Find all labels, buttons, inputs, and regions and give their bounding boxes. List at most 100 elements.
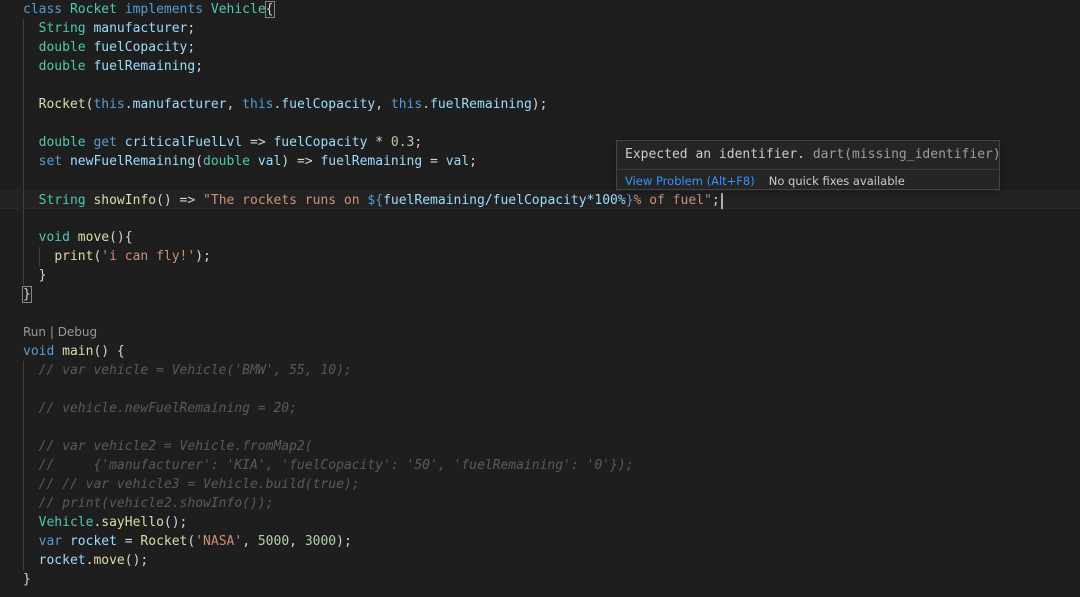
keyword-this: this <box>93 97 125 112</box>
code-line-22[interactable]: // vehicle.newFuelRemaining = 20; <box>0 399 1080 418</box>
call-parens: (); <box>163 515 188 530</box>
indent-guide <box>23 133 24 152</box>
code-line-5[interactable] <box>0 76 1080 95</box>
code-line-11-current[interactable]: String showInfo() => "The rockets runs o… <box>0 190 1080 209</box>
close-arrow: ) => <box>281 154 321 169</box>
comment: // var vehicle2 = Vehicle.fromMap2( <box>38 439 313 454</box>
param-name: val <box>257 154 282 169</box>
indent-guide <box>23 361 24 380</box>
indent-guide <box>23 513 24 532</box>
code-line-24[interactable]: // var vehicle2 = Vehicle.fromMap2( <box>0 437 1080 456</box>
semicolon: ; <box>469 154 477 169</box>
indent-guide <box>23 247 24 266</box>
variable-name: rocket <box>69 534 117 549</box>
code-line-27[interactable]: // print(vehicle2.showInfo()); <box>0 494 1080 513</box>
field-name: fuelRemaining <box>93 59 196 74</box>
code-line-13[interactable]: void move(){ <box>0 228 1080 247</box>
number-literal: 0.3 <box>390 135 415 150</box>
code-line-3[interactable]: double fuelCopacity; <box>0 38 1080 57</box>
code-line-21[interactable] <box>0 380 1080 399</box>
return-type: void <box>38 230 70 245</box>
keyword-this: this <box>390 97 423 112</box>
field-ref: fuelRemaining <box>320 154 423 169</box>
indent-guide <box>23 266 24 285</box>
code-line-20[interactable]: // var vehicle = Vehicle('BMW', 55, 10); <box>0 361 1080 380</box>
method-call: move <box>93 553 125 568</box>
code-line-16[interactable]: } <box>0 285 1080 304</box>
setter-name: newFuelRemaining <box>69 154 196 169</box>
code-line-6[interactable]: Rocket(this.manufacturer, this.fuelCopac… <box>0 95 1080 114</box>
comment: // vehicle.newFuelRemaining = 20; <box>38 401 297 416</box>
hover-actions: View Problem (Alt+F8) No quick fixes avai… <box>625 174 905 188</box>
code-line-12[interactable] <box>0 209 1080 228</box>
indent-guide <box>39 247 40 266</box>
indent-guide <box>23 532 24 551</box>
field-ref: fuelCopacity <box>273 135 368 150</box>
object-ref: rocket <box>38 553 86 568</box>
code-line-23[interactable] <box>0 418 1080 437</box>
parens-brace: (){ <box>109 230 133 245</box>
code-area[interactable]: class Rocket implements Vehicle{ String … <box>0 0 1080 589</box>
keyword-var: var <box>38 534 63 549</box>
code-line-26[interactable]: // // var vehicle3 = Vehicle.build(true)… <box>0 475 1080 494</box>
constructor-name: Rocket <box>38 97 86 112</box>
indent-guide <box>23 209 24 228</box>
comma: , <box>242 534 258 549</box>
string-literal: 'i can fly!' <box>101 249 196 264</box>
indent-guide <box>23 456 24 475</box>
return-type: String <box>38 193 86 208</box>
view-problem-link[interactable]: View Problem (Alt+F8) <box>625 174 755 188</box>
code-line-19[interactable]: void main() { <box>0 342 1080 361</box>
hover-divider <box>617 169 999 170</box>
indent-guide <box>23 114 24 133</box>
interpolation-close: } <box>625 193 634 208</box>
parens-brace: () { <box>93 344 125 359</box>
string-literal: 'NASA' <box>195 534 243 549</box>
keyword-class: class <box>23 2 63 17</box>
number-literal: 3000 <box>304 534 337 549</box>
error-source: dart(missing_identifier) <box>812 147 1001 162</box>
string-literal: "The rockets runs on <box>203 193 368 208</box>
return-type: double <box>38 135 86 150</box>
field-ref: .fuelCopacity <box>273 97 376 112</box>
code-line-31[interactable]: } <box>0 570 1080 589</box>
operator: * <box>367 135 391 150</box>
field-ref: .fuelRemaining <box>422 97 532 112</box>
code-line-15[interactable]: } <box>0 266 1080 285</box>
value-ref: val <box>445 154 470 169</box>
code-line-17[interactable] <box>0 304 1080 323</box>
code-line-28[interactable]: Vehicle.sayHello(); <box>0 513 1080 532</box>
open-brace: { <box>264 1 275 18</box>
debug-link[interactable]: Debug <box>58 325 97 339</box>
code-editor[interactable]: class Rocket implements Vehicle{ String … <box>0 0 1080 597</box>
field-ref: .manufacturer <box>124 97 227 112</box>
getter-name: criticalFuelLvl <box>124 135 243 150</box>
code-line-25[interactable]: // {'manufacturer': 'KIA', 'fuelCopacity… <box>0 456 1080 475</box>
code-line-30[interactable]: rocket.move(); <box>0 551 1080 570</box>
run-link[interactable]: Run <box>23 325 46 339</box>
code-line-7[interactable] <box>0 114 1080 133</box>
close-brace: } <box>22 286 32 303</box>
field-name: manufacturer <box>93 21 188 36</box>
indent-guide <box>23 418 24 437</box>
code-line-2[interactable]: String manufacturer; <box>0 19 1080 38</box>
return-type: void <box>23 344 55 359</box>
close-paren: ); <box>336 534 352 549</box>
indent-guide <box>23 191 24 208</box>
semicolon: ; <box>195 59 204 74</box>
code-line-4[interactable]: double fuelRemaining; <box>0 57 1080 76</box>
diagnostic-hover[interactable]: Expected an identifier. dart(missing_ide… <box>616 140 1001 190</box>
code-line-1[interactable]: class Rocket implements Vehicle{ <box>0 0 1080 19</box>
code-line-29[interactable]: var rocket = Rocket('NASA', 5000, 3000); <box>0 532 1080 551</box>
field-name: fuelCopacity <box>93 40 188 55</box>
indent-guide <box>23 399 24 418</box>
function-name: main <box>62 344 94 359</box>
indent-guide <box>23 38 24 57</box>
interpolation-open: ${ <box>367 193 384 208</box>
code-line-14[interactable]: print('i can fly!'); <box>0 247 1080 266</box>
close-paren: ); <box>531 97 548 112</box>
method-name: move <box>77 230 110 245</box>
number-literal: 5000 <box>257 534 290 549</box>
lens-separator: | <box>46 325 58 339</box>
arrow: => <box>242 135 274 150</box>
